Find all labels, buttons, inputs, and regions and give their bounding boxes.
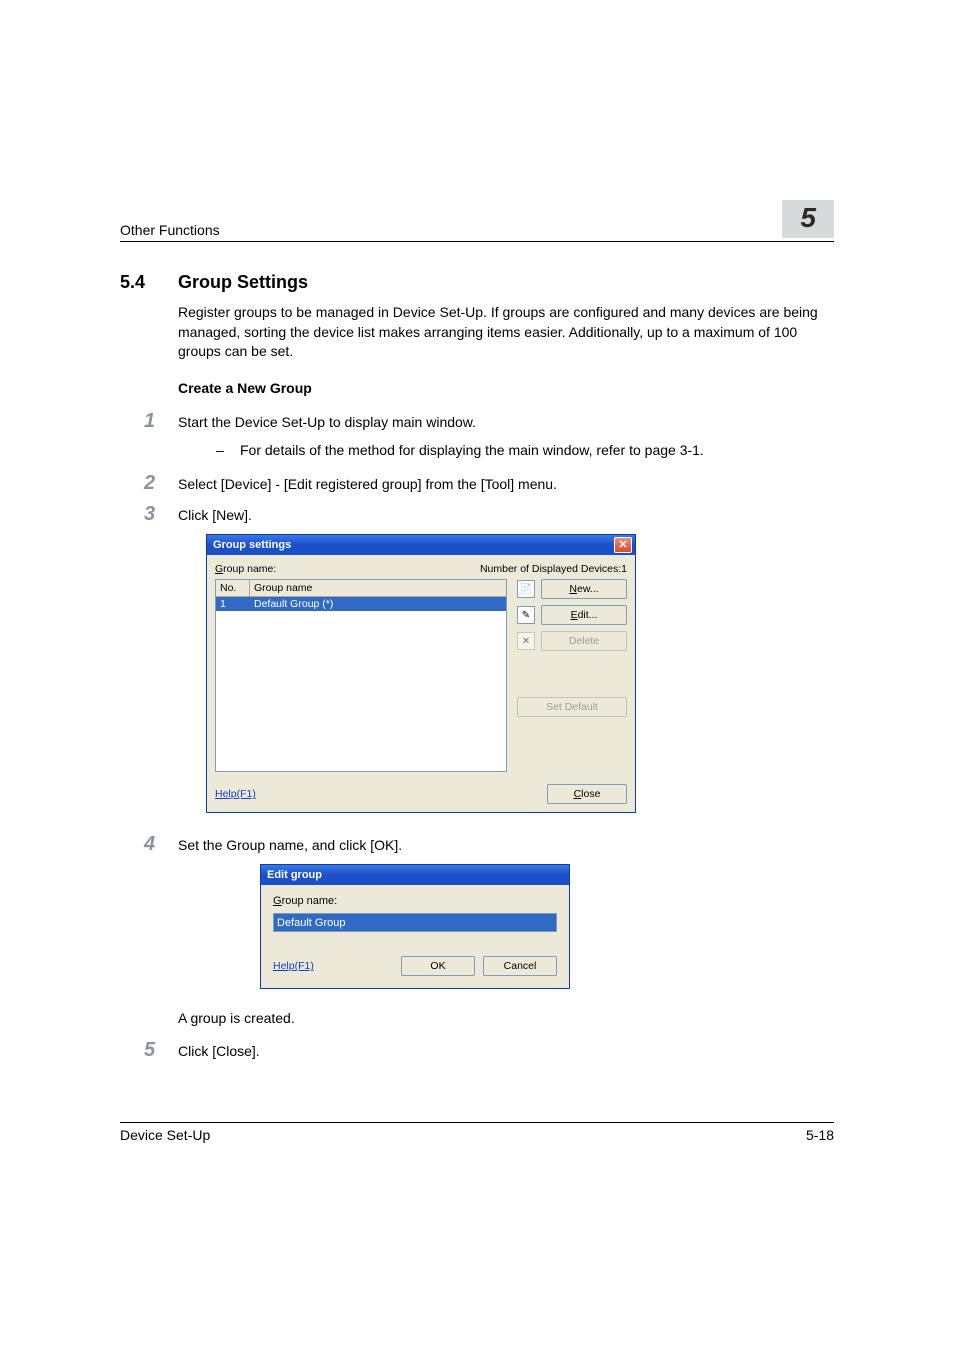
group-name-input[interactable] bbox=[273, 913, 557, 932]
column-header-no: No. bbox=[216, 580, 250, 596]
step-5: 5 Click [Close]. bbox=[120, 1039, 834, 1062]
group-name-label: Group name: bbox=[215, 563, 276, 575]
step-number: 5 bbox=[120, 1039, 178, 1062]
step-2: 2 Select [Device] - [Edit registered gro… bbox=[120, 472, 834, 495]
row-name: Default Group (*) bbox=[250, 597, 506, 611]
close-button[interactable]: Close bbox=[547, 784, 627, 804]
group-listbox[interactable]: No. Group name 1 Default Group (*) bbox=[215, 579, 507, 772]
group-name-label: Group name: bbox=[273, 895, 557, 907]
section-title: Group Settings bbox=[178, 272, 308, 293]
new-icon: 📄 bbox=[517, 580, 535, 598]
step-text: Click [Close]. bbox=[178, 1042, 834, 1062]
step-4-result: A group is created. bbox=[178, 1009, 834, 1029]
edit-group-dialog: Edit group Group name: Help(F1) OK Cance… bbox=[260, 864, 570, 989]
close-icon[interactable]: ✕ bbox=[614, 537, 632, 553]
dialog-titlebar: Edit group bbox=[261, 865, 569, 885]
page-header: Other Functions 5 bbox=[120, 200, 834, 242]
new-button[interactable]: New... bbox=[541, 579, 627, 599]
step-number: 1 bbox=[120, 410, 178, 433]
step-1: 1 Start the Device Set-Up to display mai… bbox=[120, 410, 834, 433]
delete-button: Delete bbox=[541, 631, 627, 651]
step-number: 4 bbox=[120, 833, 178, 856]
section-number: 5.4 bbox=[120, 272, 178, 293]
step-text: Set the Group name, and click [OK]. bbox=[178, 836, 834, 856]
step-1-substep: For details of the method for displaying… bbox=[216, 441, 834, 461]
delete-icon: ✕ bbox=[517, 632, 535, 650]
dialog-titlebar: Group settings ✕ bbox=[207, 535, 635, 555]
step-text: Click [New]. bbox=[178, 506, 834, 526]
step-number: 2 bbox=[120, 472, 178, 495]
group-settings-dialog: Group settings ✕ Group name: Number of D… bbox=[206, 534, 636, 813]
dialog-title: Edit group bbox=[267, 869, 322, 881]
list-row[interactable]: 1 Default Group (*) bbox=[216, 597, 506, 611]
step-3: 3 Click [New]. bbox=[120, 503, 834, 526]
subsection-heading: Create a New Group bbox=[178, 380, 834, 396]
edit-icon: ✎ bbox=[517, 606, 535, 624]
step-text: Select [Device] - [Edit registered group… bbox=[178, 475, 834, 495]
footer-right: 5-18 bbox=[806, 1127, 834, 1143]
step-number: 3 bbox=[120, 503, 178, 526]
step-4: 4 Set the Group name, and click [OK]. bbox=[120, 833, 834, 856]
footer-left: Device Set-Up bbox=[120, 1127, 210, 1143]
help-link[interactable]: Help(F1) bbox=[215, 788, 256, 800]
edit-group-dialog-screenshot: Edit group Group name: Help(F1) OK Cance… bbox=[206, 864, 834, 989]
help-link[interactable]: Help(F1) bbox=[273, 960, 314, 972]
chapter-number: 5 bbox=[782, 200, 834, 238]
running-head: Other Functions bbox=[120, 222, 220, 238]
step-text: Start the Device Set-Up to display main … bbox=[178, 413, 834, 433]
device-count-label: Number of Displayed Devices:1 bbox=[480, 563, 627, 575]
section-heading: 5.4 Group Settings bbox=[120, 272, 834, 293]
row-no: 1 bbox=[216, 597, 250, 611]
dialog-title: Group settings bbox=[213, 539, 291, 551]
group-settings-dialog-screenshot: Group settings ✕ Group name: Number of D… bbox=[206, 534, 834, 813]
column-header-name: Group name bbox=[250, 580, 506, 596]
cancel-button[interactable]: Cancel bbox=[483, 956, 557, 976]
intro-paragraph: Register groups to be managed in Device … bbox=[178, 303, 834, 362]
set-default-button: Set Default bbox=[517, 697, 627, 717]
ok-button[interactable]: OK bbox=[401, 956, 475, 976]
page-footer: Device Set-Up 5-18 bbox=[120, 1122, 834, 1143]
edit-button[interactable]: Edit... bbox=[541, 605, 627, 625]
